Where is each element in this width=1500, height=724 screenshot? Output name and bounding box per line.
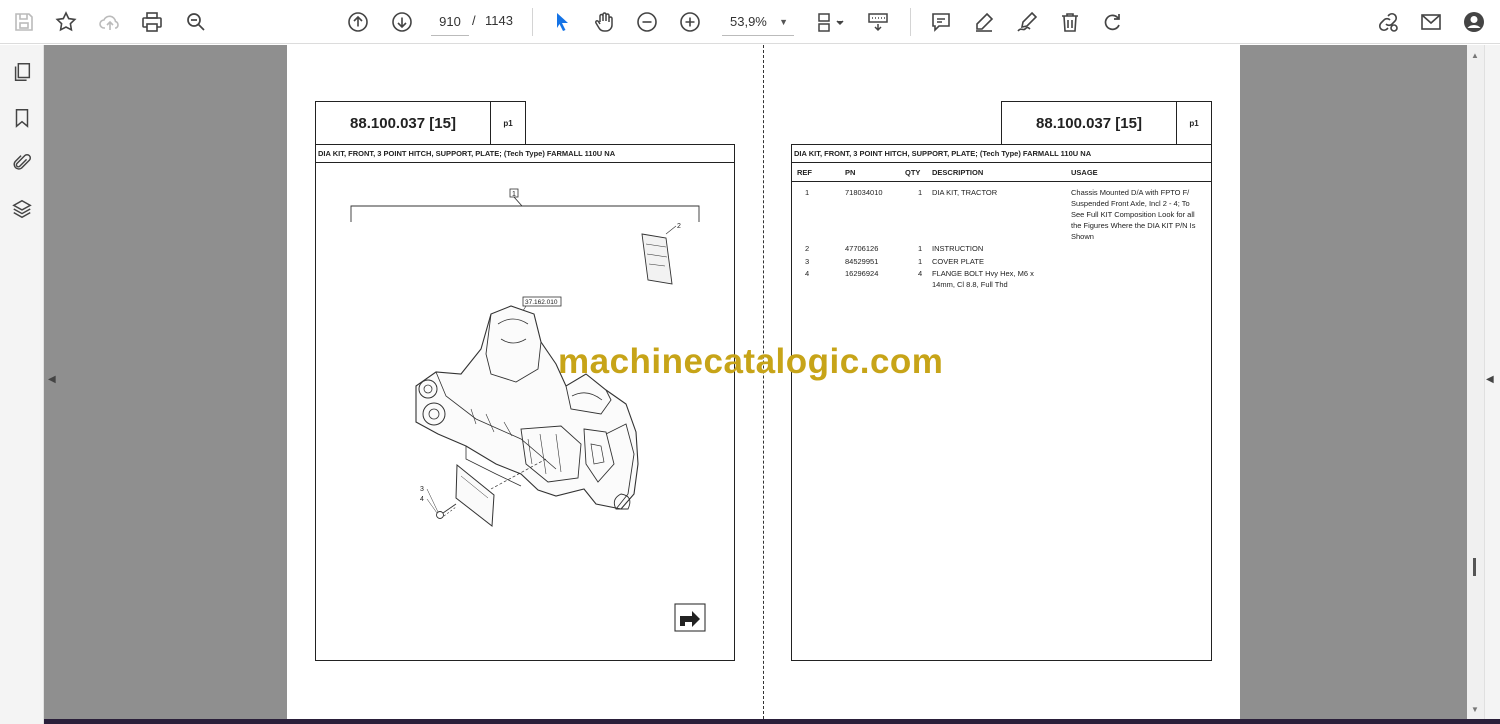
row1-usage-line4: the Figures Where the DIA KIT P/N Is [1071,221,1196,230]
scroll-down-icon[interactable]: ▼ [1471,705,1479,714]
row1-ref: 1 [805,188,810,197]
row4-description-line1: FLANGE BOLT Hvy Hex, M6 x [932,269,1034,278]
select-cursor-icon[interactable] [546,6,578,38]
page-label: p1 [490,101,526,145]
attachments-icon[interactable] [7,148,37,178]
callout-2: 2 [677,223,681,230]
zoom-select[interactable]: 53,9% ▼ [722,8,794,36]
scroll-mode-icon[interactable] [862,6,894,38]
col-header-description: DESCRIPTION [932,168,984,177]
undo-icon[interactable] [1097,6,1129,38]
callout-ref: 37.162.010 [525,299,558,306]
row3-description: COVER PLATE [932,257,984,266]
part-code-header: 88.100.037 [15] [315,101,491,145]
left-navigation-rail [0,45,44,724]
delete-icon[interactable] [1054,6,1086,38]
row3-pn: 84529951 [845,257,879,266]
save-icon[interactable] [8,6,40,38]
row2-description: INSTRUCTION [932,244,984,253]
scrollbar-thumb[interactable] [1473,558,1476,576]
vertical-scrollbar[interactable]: ▲ ▼ [1467,45,1484,719]
page-number-input[interactable] [431,8,469,36]
row4-description-line2: 14mm, Cl 8.8, Full Thd [932,280,1008,289]
toolbar-divider [910,8,911,36]
row4-ref: 4 [805,269,810,278]
chevron-down-icon: ▼ [779,16,788,27]
row4-pn: 16296924 [845,269,879,278]
caption-divider [315,162,735,163]
zoom-search-icon[interactable] [180,6,212,38]
row1-usage-line5: Shown [1071,232,1094,241]
row3-qty: 1 [918,257,923,266]
col-header-usage: USAGE [1071,168,1098,177]
page-up-icon[interactable] [342,6,374,38]
row2-qty: 1 [918,244,923,253]
bookmarks-icon[interactable] [7,103,37,133]
bookmark-star-icon[interactable] [50,6,82,38]
col-header-pn: PN [845,168,856,177]
bottom-strip [44,719,1500,724]
page-separator: / [472,13,476,28]
table-caption: DIA KIT, FRONT, 3 POINT HITCH, SUPPORT, … [794,149,1092,158]
sign-icon[interactable] [1011,6,1043,38]
row2-ref: 2 [805,244,810,253]
part-code-header-right: 88.100.037 [15] [1001,101,1177,145]
row1-pn: 718034010 [845,188,883,197]
page-down-icon[interactable] [386,6,418,38]
toolbar-divider [532,8,533,36]
highlight-pen-icon[interactable] [968,6,1000,38]
caption-divider-right [791,162,1212,163]
row1-usage-line2: Suspended Front Axle, Incl 2 - 4; To [1071,199,1190,208]
row1-usage-line3: See Full KIT Composition Look for all [1071,210,1195,219]
zoom-out-icon[interactable] [631,6,663,38]
row1-usage-line1: Chassis Mounted D/A with FPTO F/ [1071,188,1190,197]
col-header-ref: REF [797,168,812,177]
parts-illustration: 1 2 37.162.010 3 4 [350,188,706,632]
top-toolbar: / 1143 53,9% ▼ [0,0,1500,44]
callout-3: 3 [420,486,424,493]
link-share-icon[interactable] [1372,6,1404,38]
watermark-text: machinecatalogic.com [558,342,944,381]
pages-thumbnail-icon[interactable] [7,57,37,87]
header-divider [791,181,1212,182]
collapse-left-panel-icon[interactable]: ◀ [48,374,58,388]
account-icon[interactable] [1458,6,1490,38]
layers-icon[interactable] [7,194,37,224]
zoom-value: 53,9% [730,14,767,29]
figure-caption: DIA KIT, FRONT, 3 POINT HITCH, SUPPORT, … [318,149,616,158]
callout-1: 1 [512,191,516,198]
row1-description: DIA KIT, TRACTOR [932,188,998,197]
expand-right-panel-icon[interactable]: ◀ [1486,374,1496,388]
comment-icon[interactable] [925,6,957,38]
row1-qty: 1 [918,188,923,197]
upload-cloud-icon[interactable] [94,6,126,38]
zoom-in-icon[interactable] [674,6,706,38]
page-total: 1143 [485,13,513,28]
next-figure-icon [674,603,706,632]
row4-qty: 4 [918,269,923,278]
row2-pn: 47706126 [845,244,879,253]
scroll-up-icon[interactable]: ▲ [1471,51,1479,60]
print-icon[interactable] [136,6,168,38]
page-fit-icon[interactable] [810,6,850,38]
mail-icon[interactable] [1415,6,1447,38]
hand-tool-icon[interactable] [588,6,620,38]
page-label-right: p1 [1176,101,1212,145]
row3-ref: 3 [805,257,810,266]
page-divider [763,45,764,719]
callout-4: 4 [420,496,424,503]
col-header-qty: QTY [905,168,921,177]
